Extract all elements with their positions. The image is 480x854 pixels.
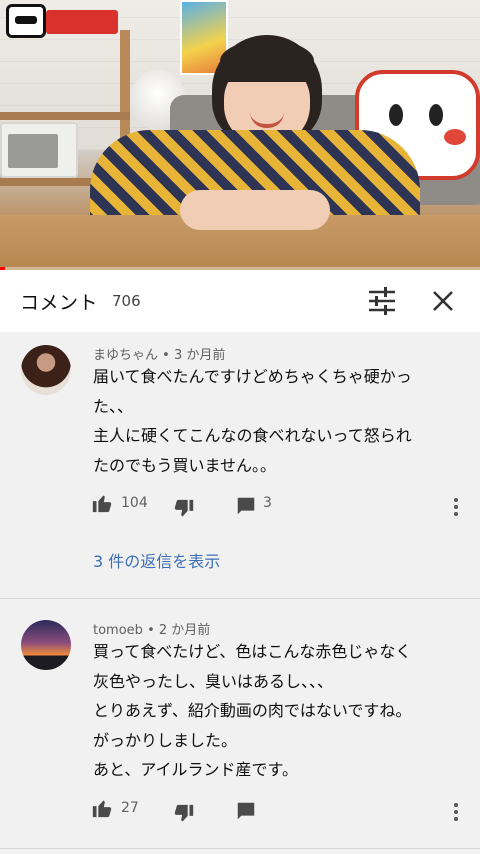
- video-frame-person-bangs: [220, 40, 314, 82]
- comment-meta: tomoeb • 2 か月前: [93, 619, 210, 638]
- channel-logo: [6, 4, 118, 38]
- comment-meta: まゆちゃん • 3 か月前: [93, 344, 225, 363]
- reply-icon[interactable]: [235, 800, 257, 822]
- dislike-icon[interactable]: [173, 803, 195, 825]
- comments-count: 706: [112, 292, 141, 310]
- comment-actions: 27: [91, 797, 471, 827]
- comment-line: 灰色やったし、臭いはあるし、、、: [93, 671, 334, 691]
- sort-filter-icon[interactable]: [367, 287, 397, 315]
- comment-line: たのでもう買いません。。: [93, 455, 277, 475]
- like-icon[interactable]: [91, 492, 113, 514]
- video-frame-person-hands: [180, 190, 330, 230]
- more-options-icon[interactable]: [452, 802, 460, 822]
- video-player[interactable]: [0, 0, 480, 270]
- comment-line: とりあえず、紹介動画の肉ではないですね。: [93, 701, 412, 720]
- comment-line: がっかりしました。: [93, 730, 238, 750]
- comments-title: コメント: [20, 291, 99, 314]
- like-count: 27: [121, 800, 139, 816]
- close-icon[interactable]: [428, 286, 458, 316]
- comment-line: 買って食べたけど、色はこんな赤色じゃなく: [93, 642, 412, 661]
- comment-text: 買って食べたけど、色はこんな赤色じゃなく 灰色やったし、臭いはあるし、、、 とり…: [93, 637, 463, 785]
- comment-item: まゆちゃん • 3 か月前 届いて食べたんですけどめちゃくちゃ硬かっ た、、 主…: [0, 332, 480, 598]
- more-options-icon[interactable]: [452, 497, 460, 517]
- comment-actions: 104 3: [91, 492, 471, 522]
- comments-header: コメント 706: [0, 270, 480, 332]
- reply-count: 3: [263, 495, 272, 511]
- comment-line: 主人に硬くてこんなの食べれないって怒られ: [93, 426, 412, 445]
- view-replies-link[interactable]: 3 件の返信を表示: [93, 548, 220, 572]
- comment-line: た、、: [93, 396, 134, 416]
- comment-item: tomoeb • 2 か月前 買って食べたけど、色はこんな赤色じゃなく 灰色やっ…: [0, 599, 480, 854]
- video-frame-toaster: [0, 122, 78, 178]
- dislike-icon[interactable]: [173, 498, 195, 520]
- comment-line: 届いて食べたんですけどめちゃくちゃ硬かっ: [93, 367, 412, 386]
- like-count: 104: [121, 495, 148, 511]
- comment-text: 届いて食べたんですけどめちゃくちゃ硬かっ た、、 主人に硬くてこんなの食べれない…: [93, 362, 463, 480]
- comment-time: 3 か月前: [173, 348, 226, 363]
- video-frame-shelf: [0, 112, 130, 120]
- reply-icon[interactable]: [235, 495, 257, 517]
- like-icon[interactable]: [91, 797, 113, 819]
- divider: [0, 848, 480, 849]
- meta-separator: •: [147, 623, 159, 638]
- avatar[interactable]: [21, 620, 71, 670]
- comment-author[interactable]: tomoeb: [93, 623, 143, 638]
- comment-author[interactable]: まゆちゃん: [93, 348, 158, 363]
- comment-time: 2 か月前: [158, 623, 211, 638]
- avatar[interactable]: [21, 345, 71, 395]
- comment-line: あと、アイルランド産です。: [93, 760, 298, 779]
- meta-separator: •: [162, 348, 174, 363]
